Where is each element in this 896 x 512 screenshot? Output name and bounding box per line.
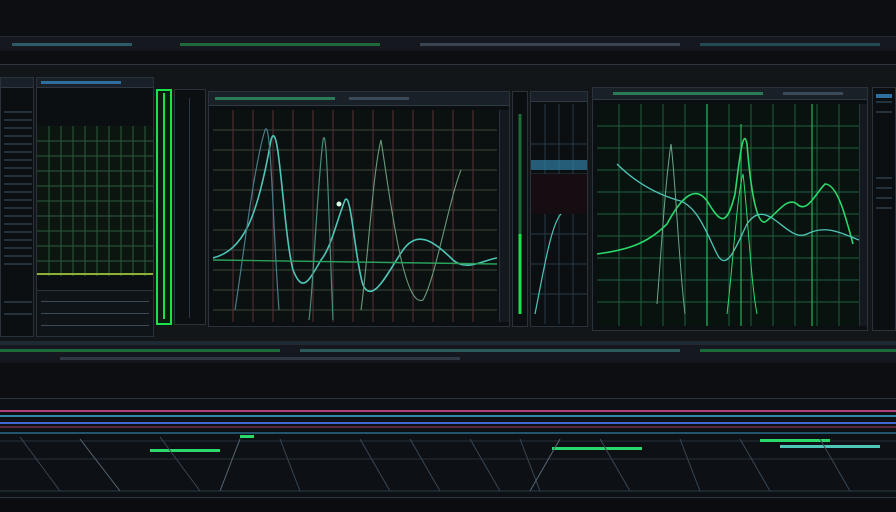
center-detail-grid [531,104,587,324]
scope-left-header-bar [215,97,335,100]
mini-scope-panel[interactable] [36,77,154,337]
transport-segment-green[interactable] [0,349,280,352]
main-window [0,64,896,345]
track-list-header [1,78,33,88]
transport-bar[interactable] [0,344,896,364]
mini-scope-header [37,78,153,88]
scope-right-header [593,88,867,100]
center-detail-header [531,92,587,102]
transport-segment-green-2[interactable] [700,349,896,352]
meter-column[interactable] [512,91,528,327]
right-side-column[interactable] [872,87,896,331]
toolbar-segment-green[interactable] [180,43,380,46]
footer-line [41,313,149,314]
center-detail-panel[interactable] [530,91,588,327]
mini-scope-footer [37,290,153,336]
toolbar-segment-teal[interactable] [700,43,880,46]
scope-right-window[interactable] [592,87,868,331]
scope-right-scrollbar[interactable] [859,104,867,326]
waveform-icon [213,110,497,322]
timeline-panel[interactable] [0,398,896,498]
footer-line [41,325,149,326]
mini-scope-header-bar [41,81,121,84]
track-list-column[interactable] [0,77,34,337]
param-divider [189,98,190,318]
param-column[interactable] [174,89,206,325]
scope-right-header-bar [613,92,763,95]
toolbar-segment-grey[interactable] [420,43,680,46]
spectrum-icon [597,104,859,326]
scope-left-scrollbar[interactable] [499,110,509,322]
timeline-icon [0,399,896,497]
bottom-edge-strip [0,500,896,512]
scope-left-header [209,92,509,106]
right-side-icon [876,94,892,209]
channel-select-strip[interactable] [156,89,172,325]
transport-segment-grey[interactable] [60,357,460,360]
transport-segment-teal[interactable] [300,349,680,352]
level-meter-icon [518,114,522,314]
list-icon [4,111,32,315]
scope-left-header-bar-2 [349,97,409,100]
footer-line [41,301,149,302]
scope-left-window[interactable] [208,91,510,327]
toolbar-segment-cyan[interactable] [12,43,132,46]
channel-select-icon [163,93,165,319]
mini-scope-grid [37,126,153,276]
scope-right-header-bar-2 [783,92,843,95]
top-toolbar [0,36,896,52]
